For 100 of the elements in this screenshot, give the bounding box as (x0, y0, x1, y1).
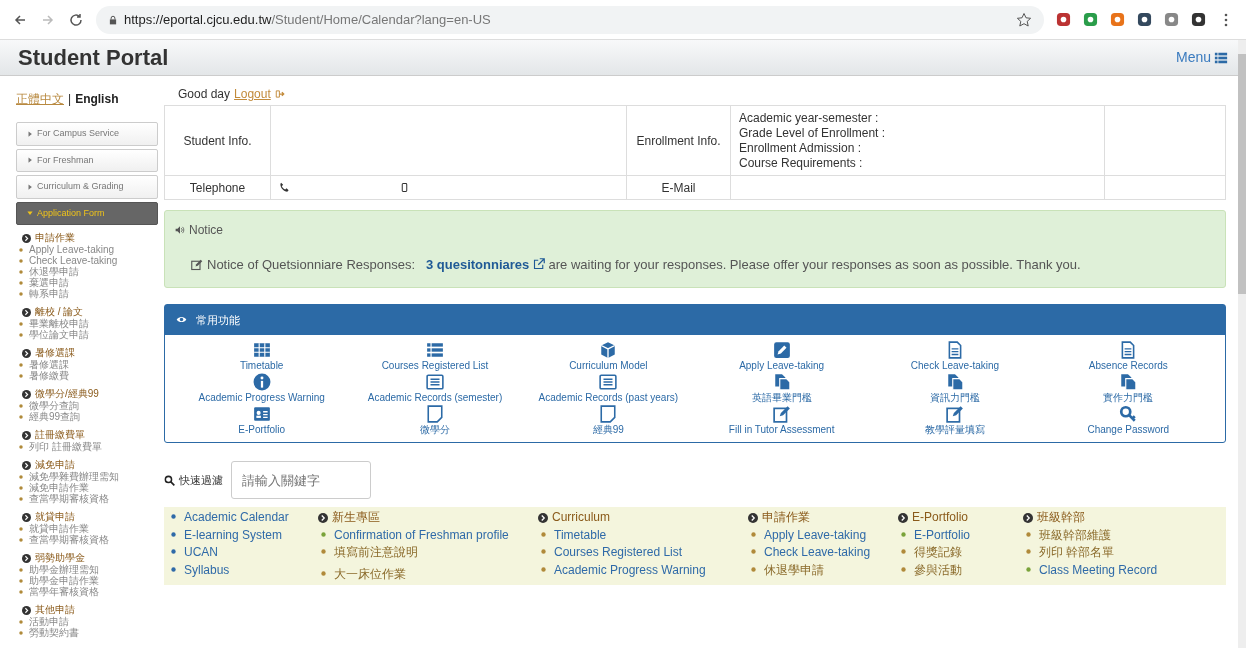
language-link[interactable]: English (75, 92, 119, 106)
quick-link[interactable]: Apply Leave-taking (764, 527, 867, 542)
menu-button[interactable]: Menu (1175, 47, 1228, 68)
shortcut-button[interactable]: 英語畢業門檻 (695, 373, 869, 404)
sidebar-section[interactable]: Application Form (16, 201, 158, 225)
sidebar-link[interactable]: 勞動契約書 (29, 627, 79, 638)
sidebar-section[interactable]: Curriculum & Grading (16, 175, 158, 199)
quick-link[interactable]: 大一床位作業 (334, 566, 406, 581)
sidebar-link[interactable]: 微學分查詢 (29, 400, 79, 411)
address-bar[interactable]: https://eportal.cjcu.edu.tw/Student/Home/Calendar?lang=en-US (96, 5, 1044, 34)
quick-link[interactable]: Class Meeting Record (1039, 562, 1158, 577)
edit-icon (191, 258, 203, 271)
chevron-circle-icon (22, 553, 31, 563)
table-cell: Telephone (164, 175, 271, 200)
menu-icon (1214, 50, 1228, 65)
list-icon (426, 341, 444, 359)
shortcut-button[interactable]: Curriculum Model (521, 341, 695, 372)
shortcut-button[interactable]: Apply Leave-taking (695, 341, 869, 372)
logout-link[interactable]: Logout (234, 84, 271, 103)
extension-icon[interactable] (1137, 12, 1152, 27)
chevron-circle-icon (1023, 512, 1033, 523)
shortcut-button[interactable]: Academic Records (past years) (521, 373, 695, 404)
sidebar-link[interactable]: 列印 註冊繳費單 (29, 441, 102, 452)
shortcut-button[interactable]: Absence Records (1041, 341, 1215, 372)
shortcut-button[interactable]: 經典99 (521, 405, 695, 436)
phone-icon (279, 182, 290, 193)
quick-link[interactable]: Academic Progress Warning (554, 562, 706, 577)
scrollbar-thumb[interactable] (1238, 54, 1246, 294)
quick-link[interactable]: Syllabus (184, 562, 230, 577)
sidebar-link[interactable]: 查當學期審核資格 (29, 493, 109, 504)
quick-link[interactable]: 班級幹部維護 (1039, 527, 1111, 542)
shortcut-button[interactable]: 微學分 (348, 405, 522, 436)
portal-title: Student Portal (18, 44, 169, 72)
quick-link[interactable]: 列印 幹部名單 (1039, 545, 1115, 559)
star-icon[interactable] (1016, 11, 1032, 28)
quick-link[interactable]: Academic Calendar (184, 510, 289, 524)
table-cell: E-Mail (626, 175, 731, 200)
caret-down-icon (27, 210, 33, 217)
shortcut-button[interactable]: Timetable (175, 341, 349, 372)
quick-link[interactable]: 填寫前注意說明 (334, 545, 418, 559)
quick-link[interactable]: Timetable (554, 527, 607, 542)
sidebar-link[interactable]: Check Leave-taking (29, 255, 118, 266)
bullet-icon (19, 485, 23, 490)
reload-icon[interactable] (68, 11, 84, 28)
bullet-icon (19, 630, 23, 635)
bullet-icon (19, 414, 23, 419)
shortcut-button[interactable]: Courses Registered List (348, 341, 522, 372)
shortcut-button[interactable]: 教學評量填寫 (868, 405, 1042, 436)
shortcut-button[interactable]: Change Password (1041, 405, 1215, 436)
quick-link[interactable]: 參與活動 (914, 562, 962, 577)
sidebar-link[interactable]: 減免申請作業 (29, 482, 89, 493)
sidebar-link[interactable]: 暑修選課 (29, 359, 69, 370)
sidebar-link[interactable]: 助學金辦理需知 (29, 564, 99, 575)
chevron-circle-icon (22, 460, 31, 470)
pencil-icon (772, 341, 791, 359)
sidebar-link[interactable]: Apply Leave-taking (29, 244, 115, 255)
sidebar-link[interactable]: 轉系申請 (29, 288, 69, 299)
bullet-icon (901, 566, 906, 572)
chevron-circle-icon (22, 430, 31, 440)
filter-field[interactable]: 請輸入關鍵字 (231, 461, 371, 499)
quick-link[interactable]: Check Leave-taking (764, 545, 871, 559)
sidebar-link[interactable]: 學位論文申請 (29, 329, 89, 340)
shortcut-button[interactable]: Fill in Tutor Assessment (695, 405, 869, 436)
shortcut-button[interactable]: Academic Progress Warning (175, 373, 349, 404)
shortcut-button[interactable]: Academic Records (semester) (348, 373, 522, 404)
extension-icon[interactable] (1056, 12, 1071, 27)
sidebar-link[interactable]: 棄選申請 (29, 277, 69, 288)
quick-link[interactable]: Courses Registered List (554, 545, 683, 559)
sidebar-link[interactable]: 就貸申請作業 (29, 523, 89, 534)
quick-link[interactable]: E-learning System (184, 527, 283, 542)
sidebar-link[interactable]: 活動申請 (29, 616, 69, 627)
extension-icon[interactable] (1191, 12, 1206, 27)
bullet-icon (19, 619, 23, 624)
sidebar-link[interactable]: 休退學申請 (29, 266, 79, 277)
sidebar-link[interactable]: 減免學雜費辦理需知 (29, 471, 119, 482)
shortcut-button[interactable]: Check Leave-taking (868, 341, 1042, 372)
quick-link[interactable]: 休退學申請 (764, 562, 824, 577)
sidebar-link[interactable]: 查當學期審核資格 (29, 534, 109, 545)
chevron-circle-icon (22, 307, 31, 317)
sidebar-link[interactable]: 經典99查詢 (29, 411, 81, 422)
quick-link[interactable]: E-Portfolio (914, 527, 971, 542)
sidebar-link[interactable]: 畢業離校申請 (29, 318, 89, 329)
shortcut-button[interactable]: 資訊力門檻 (868, 373, 1042, 404)
quick-link[interactable]: Confirmation of Freshman profile (334, 527, 509, 542)
group-heading: 弱勢助學金 (35, 552, 85, 564)
quick-link[interactable]: UCAN (184, 545, 218, 559)
language-link[interactable]: 正體中文 (16, 92, 64, 106)
shortcut-button[interactable]: E-Portfolio (175, 405, 349, 436)
logout-icon (274, 88, 285, 99)
quick-link[interactable]: 得獎記錄 (914, 545, 962, 559)
sidebar-link[interactable]: 助學金申請作業 (29, 575, 99, 586)
sidebar-section[interactable]: For Freshman (16, 148, 158, 172)
bullet-icon (541, 566, 546, 572)
lock-icon (108, 13, 118, 26)
sidebar-link[interactable]: 當學年審核資格 (29, 586, 99, 597)
sidebar-section[interactable]: For Campus Service (16, 122, 158, 146)
sidebar-link[interactable]: 暑修繳費 (29, 370, 69, 381)
shortcut-button[interactable]: 實作力門檻 (1041, 373, 1215, 404)
bullet-icon (19, 578, 23, 583)
questionnaire-link[interactable]: 3 quesitonniares (425, 257, 530, 272)
